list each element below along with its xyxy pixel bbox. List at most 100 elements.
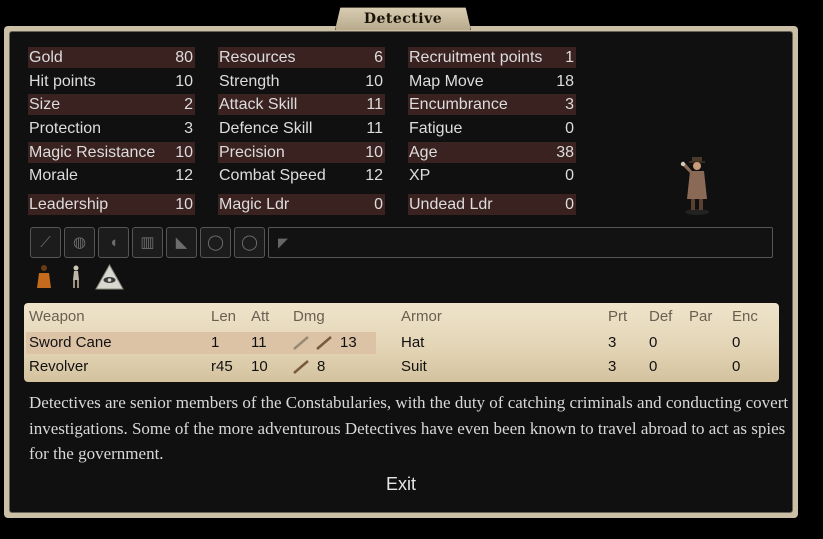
stat-magic-resistance: Magic Resistance 10 — [28, 142, 195, 163]
stat-value: 1 — [565, 49, 574, 66]
stat-label: Attack Skill — [219, 96, 298, 113]
stat-size: Size 2 — [28, 94, 195, 115]
stat-label: Strength — [219, 73, 280, 90]
stat-label: Undead Ldr — [409, 196, 493, 213]
stat-leadership: Leadership 10 — [28, 194, 195, 215]
armor-enc: 0 — [732, 358, 741, 375]
stat-label: Fatigue — [409, 120, 463, 137]
stat-hit-points: Hit points 10 — [28, 71, 195, 92]
weapon-len: 1 — [211, 334, 220, 351]
ring-slot-icon[interactable]: ◯ — [234, 227, 265, 258]
armor-row-hat[interactable]: Hat 3 0 0 — [380, 332, 776, 354]
stat-label: Hit points — [29, 73, 96, 90]
armor-name: Suit — [401, 358, 427, 375]
stat-value: 10 — [175, 73, 193, 90]
weapon-name: Sword Cane — [29, 334, 112, 351]
armor-name: Hat — [401, 334, 425, 351]
par-header: Par — [689, 308, 713, 325]
pierce-damage-icon — [315, 335, 335, 351]
stat-map-move: Map Move 18 — [408, 71, 576, 92]
weapon-header: Weapon — [29, 308, 85, 325]
att-header: Att — [251, 308, 270, 325]
armor-slot-icon[interactable]: ▥ — [132, 227, 163, 258]
stat-label: Resources — [219, 49, 296, 66]
stat-encumbrance: Encumbrance 3 — [408, 94, 576, 115]
stat-resources: Resources 6 — [218, 47, 385, 68]
stat-label: Protection — [29, 120, 102, 137]
stat-attack-skill: Attack Skill 11 — [218, 94, 385, 115]
stat-undead-ldr: Undead Ldr 0 — [408, 194, 576, 215]
stat-value: 12 — [365, 167, 383, 184]
helmet-slot-icon[interactable]: ◖ — [98, 227, 129, 258]
weapon-att: 11 — [251, 334, 267, 351]
unit-description: Detectives are senior members of the Con… — [29, 393, 789, 463]
misc-items-slot[interactable]: ◤ — [268, 227, 773, 258]
stat-xp: XP 0 — [408, 165, 576, 186]
stat-value: 11 — [366, 120, 383, 137]
stat-value: 80 — [175, 49, 193, 66]
armor-row-suit[interactable]: Suit 3 0 0 — [380, 356, 776, 378]
stat-magic-ldr: Magic Ldr 0 — [218, 194, 385, 215]
stat-recruitment-points: Recruitment points 1 — [408, 47, 576, 68]
stat-precision: Precision 10 — [218, 142, 385, 163]
stat-value: 10 — [175, 196, 193, 213]
stat-label: Encumbrance — [409, 96, 508, 113]
boots-slot-icon[interactable]: ◣ — [166, 227, 197, 258]
len-header: Len — [211, 308, 237, 325]
stat-combat-speed: Combat Speed 12 — [218, 165, 385, 186]
stat-label: Map Move — [409, 73, 484, 90]
stat-strength: Strength 10 — [218, 71, 385, 92]
stat-label: Gold — [29, 49, 63, 66]
stat-value: 18 — [556, 73, 574, 90]
armor-def: 0 — [649, 334, 658, 351]
stat-value: 12 — [175, 167, 193, 184]
stat-label: Leadership — [29, 196, 109, 213]
stat-label: Combat Speed — [219, 167, 326, 184]
exit-button[interactable]: Exit — [371, 472, 431, 496]
stat-value: 2 — [184, 96, 193, 113]
stat-value: 10 — [175, 144, 193, 161]
stat-value: 0 — [565, 196, 574, 213]
stat-defence-skill: Defence Skill 11 — [218, 118, 385, 139]
shield-slot-icon[interactable]: ◍ — [64, 227, 95, 258]
armor-def: 0 — [649, 358, 658, 375]
enc-header: Enc — [732, 308, 758, 325]
stat-gold: Gold 80 — [28, 47, 195, 68]
window-title: Detective — [335, 7, 471, 30]
def-header: Def — [649, 308, 673, 325]
pierce-damage-icon — [292, 359, 312, 375]
stat-value: 0 — [565, 167, 574, 184]
stat-label: Recruitment points — [409, 49, 543, 66]
stat-morale: Morale 12 — [28, 165, 195, 186]
stat-value: 10 — [365, 144, 383, 161]
weapon-row-sword-cane[interactable]: Sword Cane 1 11 13 — [26, 332, 376, 354]
armor-header: Armor — [401, 308, 442, 325]
stat-value: 38 — [556, 144, 574, 161]
misc-slot-icon: ◤ — [278, 235, 288, 250]
weapon-dmg: 8 — [317, 358, 326, 375]
weapon-row-revolver[interactable]: Revolver r45 10 8 — [26, 356, 376, 378]
ring-slot-icon[interactable]: ◯ — [200, 227, 231, 258]
stat-value: 10 — [365, 73, 383, 90]
stat-label: Size — [29, 96, 61, 113]
stat-value: 6 — [374, 49, 383, 66]
stat-value: 0 — [565, 120, 574, 137]
stat-label: Defence Skill — [219, 120, 313, 137]
blunt-damage-icon — [292, 335, 312, 351]
weapon-att: 10 — [251, 358, 268, 375]
stat-value: 3 — [184, 120, 193, 137]
stat-fatigue: Fatigue 0 — [408, 118, 576, 139]
weapon-dmg: 13 — [340, 334, 357, 351]
armor-prt: 3 — [608, 334, 617, 351]
stat-label: Age — [409, 144, 438, 161]
stat-label: Magic Resistance — [29, 144, 156, 161]
prt-header: Prt — [608, 308, 628, 325]
weapon-name: Revolver — [29, 358, 89, 375]
weapon-slot-icon[interactable]: ⟋ — [30, 227, 61, 258]
stat-label: Magic Ldr — [219, 196, 290, 213]
dmg-header: Dmg — [293, 308, 325, 325]
stat-label: Morale — [29, 167, 78, 184]
stat-value: 3 — [565, 96, 574, 113]
armor-prt: 3 — [608, 358, 617, 375]
stat-value: 11 — [366, 96, 383, 113]
